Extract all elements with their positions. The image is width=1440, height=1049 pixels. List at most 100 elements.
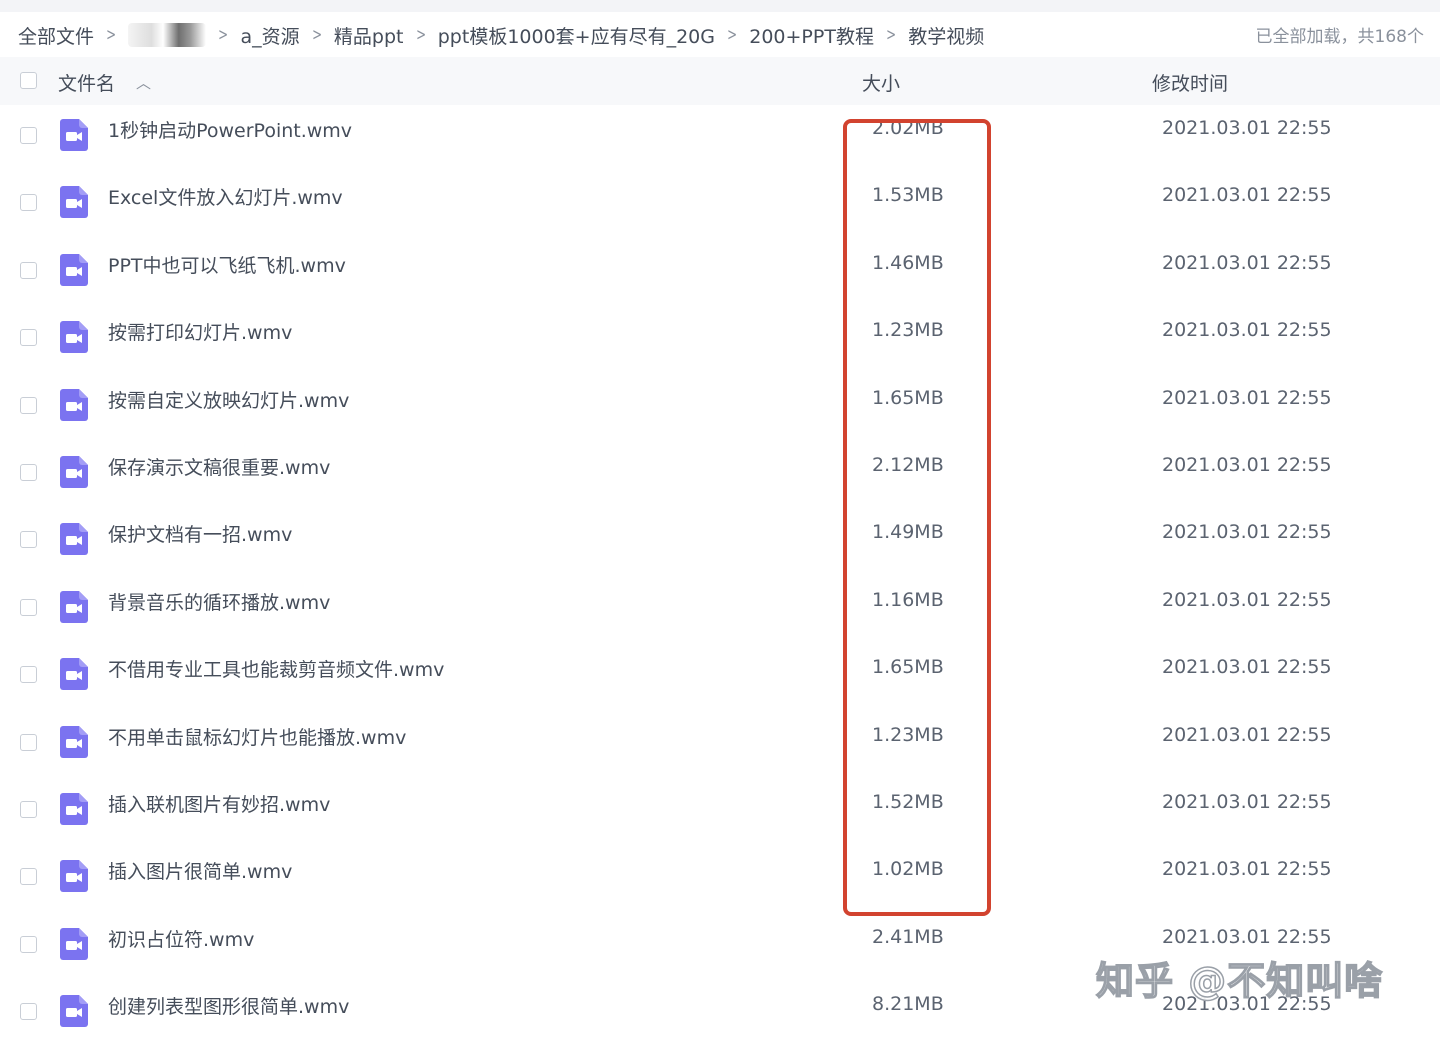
file-name[interactable]: 创建列表型图形很简单.wmv (108, 992, 349, 1019)
file-count-status: 已全部加载，共168个 (1255, 27, 1424, 47)
chevron-up-icon[interactable]: ︿ (136, 72, 151, 93)
breadcrumb-separator: > (106, 25, 117, 45)
video-file-icon (60, 860, 88, 893)
table-row[interactable]: 插入图片很简单.wmv 1.02MB 2021.03.01 22:55 (0, 847, 1440, 914)
breadcrumb-separator: > (727, 25, 738, 45)
breadcrumb-templates[interactable]: ppt模板1000套+应有尽有_20G (438, 22, 715, 49)
breadcrumb-tutorials[interactable]: 200+PPT教程 (749, 22, 874, 49)
table-row[interactable]: 保护文档有一招.wmv 1.49MB 2021.03.01 22:55 (0, 510, 1440, 577)
row-checkbox[interactable] (20, 868, 37, 886)
video-file-icon (60, 793, 88, 825)
file-modified-time: 2021.03.01 22:55 (1162, 858, 1332, 881)
row-checkbox[interactable] (20, 261, 37, 279)
column-header-name[interactable]: 文件名 (58, 69, 115, 96)
breadcrumb-all-files[interactable]: 全部文件 (18, 22, 94, 49)
video-file-icon (60, 321, 88, 354)
table-row[interactable]: 不借用专业工具也能裁剪音频文件.wmv 1.65MB 2021.03.01 22:5… (0, 645, 1440, 712)
file-size: 1.23MB (872, 319, 944, 342)
file-name[interactable]: 背景音乐的循环播放.wmv (108, 588, 330, 615)
file-modified-time: 2021.03.01 22:55 (1162, 117, 1332, 139)
table-row[interactable]: 不用单击鼠标幻灯片也能播放.wmv 1.23MB 2021.03.01 22:55 (0, 713, 1440, 780)
select-all-checkbox[interactable] (20, 72, 37, 89)
row-checkbox[interactable] (20, 733, 37, 751)
row-checkbox[interactable] (20, 396, 37, 414)
table-header: 文件名 ︿ 大小 修改时间 (0, 57, 1440, 105)
file-size: 1.53MB (872, 184, 944, 207)
video-file-icon (60, 388, 88, 421)
file-modified-time: 2021.03.01 22:55 (1162, 251, 1332, 274)
video-file-icon (60, 927, 88, 960)
video-file-icon (60, 523, 88, 556)
video-file-icon (60, 590, 88, 623)
file-name[interactable]: 保护文档有一招.wmv (108, 520, 292, 547)
row-checkbox[interactable] (20, 329, 37, 347)
file-name[interactable]: 1秒钟启动PowerPoint.wmv (108, 116, 352, 143)
video-file-icon (60, 253, 88, 286)
file-modified-time: 2021.03.01 22:55 (1162, 925, 1332, 948)
file-name[interactable]: 不借用专业工具也能裁剪音频文件.wmv (108, 655, 444, 682)
file-size: 2.12MB (872, 454, 944, 476)
breadcrumb-premium-ppt[interactable]: 精品ppt (334, 22, 404, 49)
table-row[interactable]: 背景音乐的循环播放.wmv 1.16MB 2021.03.01 22:55 (0, 578, 1440, 645)
breadcrumb: 全部文件 > > a_资源 > 精品ppt > ppt模板1000套+应有尽有_… (18, 20, 984, 50)
top-strip (0, 0, 1440, 12)
file-name[interactable]: 插入联机图片有妙招.wmv (108, 790, 330, 817)
column-header-modified[interactable]: 修改时间 (1152, 69, 1228, 96)
video-file-icon (60, 119, 88, 151)
table-row[interactable]: 1秒钟启动PowerPoint.wmv 2.02MB 2021.03.01 22:5… (0, 106, 1440, 173)
file-size: 1.02MB (872, 858, 944, 881)
file-modified-time: 2021.03.01 22:55 (1162, 319, 1332, 342)
video-file-icon (60, 725, 88, 758)
file-size: 2.41MB (872, 925, 944, 948)
video-file-icon (60, 186, 88, 219)
file-name[interactable]: 按需自定义放映幻灯片.wmv (108, 386, 349, 413)
breadcrumb-separator: > (311, 25, 322, 45)
file-size: 1.65MB (872, 656, 944, 679)
file-name[interactable]: 按需打印幻灯片.wmv (108, 318, 292, 345)
file-modified-time: 2021.03.01 22:55 (1162, 454, 1332, 476)
row-checkbox[interactable] (20, 1003, 37, 1021)
breadcrumb-separator: > (415, 25, 426, 45)
row-checkbox[interactable] (20, 464, 37, 481)
file-size: 8.21MB (872, 993, 944, 1016)
file-name[interactable]: 插入图片很简单.wmv (108, 857, 292, 884)
file-name[interactable]: 保存演示文稿很重要.wmv (108, 453, 330, 480)
row-checkbox[interactable] (20, 801, 37, 818)
file-name[interactable]: 不用单击鼠标幻灯片也能播放.wmv (108, 723, 406, 750)
watermark: 知乎 @不知叫啥 (1095, 958, 1384, 1004)
table-row[interactable]: 保存演示文稿很重要.wmv 2.12MB 2021.03.01 22:55 (0, 443, 1440, 510)
file-size: 1.46MB (872, 251, 944, 274)
table-row[interactable]: 按需打印幻灯片.wmv 1.23MB 2021.03.01 22:55 (0, 308, 1440, 375)
file-modified-time: 2021.03.01 22:55 (1162, 723, 1332, 746)
row-checkbox[interactable] (20, 666, 37, 684)
file-size: 1.52MB (872, 791, 944, 813)
table-row[interactable]: PPT中也可以飞纸飞机.wmv 1.46MB 2021.03.01 22:55 (0, 241, 1440, 308)
file-modified-time: 2021.03.01 22:55 (1162, 184, 1332, 207)
breadcrumb-separator: > (218, 25, 229, 45)
file-size: 1.65MB (872, 386, 944, 409)
row-checkbox[interactable] (20, 531, 37, 549)
video-file-icon (60, 995, 88, 1028)
file-size: 1.16MB (872, 588, 944, 611)
file-name[interactable]: PPT中也可以飞纸飞机.wmv (108, 251, 346, 278)
breadcrumb-redacted-folder[interactable] (128, 23, 207, 47)
file-name[interactable]: Excel文件放入幻灯片.wmv (108, 183, 343, 210)
breadcrumb-separator: > (886, 25, 897, 45)
row-checkbox[interactable] (20, 194, 37, 212)
file-modified-time: 2021.03.01 22:55 (1162, 386, 1332, 409)
column-header-size[interactable]: 大小 (862, 69, 900, 96)
video-file-icon (60, 658, 88, 691)
table-row[interactable]: 插入联机图片有妙招.wmv 1.52MB 2021.03.01 22:55 (0, 780, 1440, 847)
file-size: 2.02MB (872, 117, 944, 139)
row-checkbox[interactable] (20, 935, 37, 953)
file-size: 1.49MB (872, 521, 944, 544)
file-modified-time: 2021.03.01 22:55 (1162, 588, 1332, 611)
table-row[interactable]: 按需自定义放映幻灯片.wmv 1.65MB 2021.03.01 22:55 (0, 376, 1440, 443)
row-checkbox[interactable] (20, 598, 37, 616)
row-checkbox[interactable] (20, 127, 37, 144)
file-name[interactable]: 初识占位符.wmv (108, 925, 254, 952)
breadcrumb-teaching-videos[interactable]: 教学视频 (908, 22, 984, 49)
breadcrumb-resources[interactable]: a_资源 (241, 22, 300, 49)
file-modified-time: 2021.03.01 22:55 (1162, 521, 1332, 544)
table-row[interactable]: Excel文件放入幻灯片.wmv 1.53MB 2021.03.01 22:55 (0, 173, 1440, 240)
